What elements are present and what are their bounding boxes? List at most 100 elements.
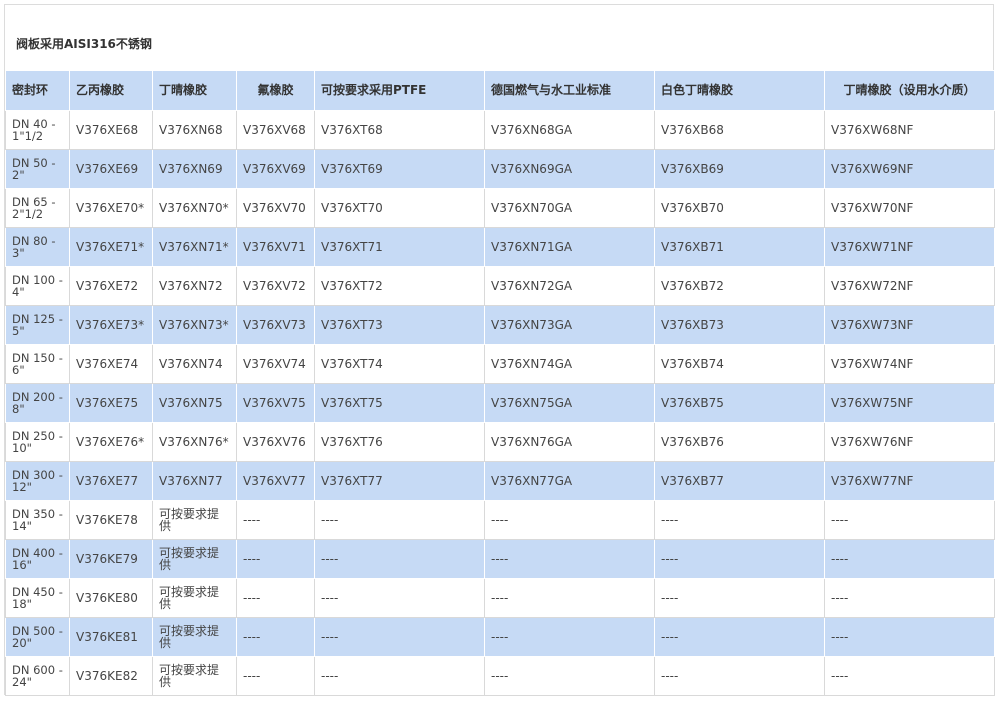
model-cell: V376XB70 [654,188,825,228]
model-cell: ---- [236,617,315,657]
model-cell: V376XN70* [152,188,237,228]
model-cell: V376XT68 [314,110,485,150]
size-cell: DN 450 - 18" [5,578,70,618]
table-body: DN 40 - 1"1/2 V376XE68 V376XN68 V376XV68 V37… [5,110,995,696]
size-cell: DN 125 - 5" [5,305,70,345]
column-header: 可按要求采用PTFE [314,70,485,111]
model-cell: V376XB69 [654,149,825,189]
model-cell: ---- [484,578,655,618]
model-cell: V376XE77 [69,461,153,501]
model-cell: V376XE68 [69,110,153,150]
size-cell: DN 50 - 2" [5,149,70,189]
model-cell: ---- [236,578,315,618]
model-cell: V376XN77GA [484,461,655,501]
model-cell: V376XT75 [314,383,485,423]
model-cell: ---- [484,539,655,579]
table-header-row: 密封环 乙丙橡胶 丁晴橡胶 氟橡胶 可按要求采用PTFE 德国燃气与水工业标准 … [5,70,995,111]
column-header: 德国燃气与水工业标准 [484,70,655,111]
model-cell: V376XN72 [152,266,237,306]
model-cell: V376XV75 [236,383,315,423]
model-cell: 可按要求提供 [152,617,237,657]
model-cell: ---- [314,656,485,696]
model-cell: V376XN68 [152,110,237,150]
valve-product-table: 密封环 乙丙橡胶 丁晴橡胶 氟橡胶 可按要求采用PTFE 德国燃气与水工业标准 … [5,70,995,696]
model-cell: V376XB75 [654,383,825,423]
model-cell: 可按要求提供 [152,656,237,696]
model-cell: ---- [484,500,655,540]
model-cell: ---- [824,617,995,657]
table-row: DN 50 - 2" V376XE69 V376XN69 V376XV69 V376XT… [5,149,995,189]
model-cell: V376XW77NF [824,461,995,501]
size-cell: DN 150 - 6" [5,344,70,384]
model-cell: V376XW73NF [824,305,995,345]
model-cell: V376XW72NF [824,266,995,306]
model-cell: ---- [484,617,655,657]
model-cell: V376XT76 [314,422,485,462]
model-cell: ---- [314,500,485,540]
column-header: 丁晴橡胶（设用水介质） [824,70,995,111]
table-caption: 阀板采用AISI316不锈钢 [16,37,152,51]
model-cell: V376XN69 [152,149,237,189]
model-cell: V376XW75NF [824,383,995,423]
model-cell: ---- [654,539,825,579]
table-row: DN 125 - 5" V376XE73* V376XN73* V376XV73 V37… [5,305,995,345]
model-cell: V376KE78 [69,500,153,540]
model-cell: ---- [314,617,485,657]
model-cell: ---- [314,578,485,618]
model-cell: V376XV70 [236,188,315,228]
model-cell: V376XB74 [654,344,825,384]
model-cell: V376XW68NF [824,110,995,150]
model-cell: V376XE73* [69,305,153,345]
model-cell: V376XB73 [654,305,825,345]
model-cell: V376KE82 [69,656,153,696]
model-cell: ---- [236,500,315,540]
table-row: DN 500 - 20" V376KE81 可按要求提供 ---- ---- ---- --… [5,617,995,657]
model-cell: V376KE80 [69,578,153,618]
model-cell: V376XV73 [236,305,315,345]
model-cell: V376XT70 [314,188,485,228]
model-cell: ---- [654,500,825,540]
table-row: DN 450 - 18" V376KE80 可按要求提供 ---- ---- ---- --… [5,578,995,618]
table-row: DN 350 - 14" V376KE78 可按要求提供 ---- ---- ---- --… [5,500,995,540]
model-cell: 可按要求提供 [152,578,237,618]
size-cell: DN 300 - 12" [5,461,70,501]
model-cell: ---- [654,578,825,618]
table-row: DN 65 - 2"1/2 V376XE70* V376XN70* V376XV70 V… [5,188,995,228]
model-cell: V376XN73GA [484,305,655,345]
table-row: DN 600 - 24" V376KE82 可按要求提供 ---- ---- ---- --… [5,656,995,696]
size-cell: DN 600 - 24" [5,656,70,696]
table-row: DN 200 - 8" V376XE75 V376XN75 V376XV75 V376X… [5,383,995,423]
model-cell: V376KE81 [69,617,153,657]
model-cell: V376XE76* [69,422,153,462]
model-cell: V376XN73* [152,305,237,345]
model-cell: V376XW76NF [824,422,995,462]
model-cell: V376XV68 [236,110,315,150]
model-cell: V376XW71NF [824,227,995,267]
table-row: DN 250 - 10" V376XE76* V376XN76* V376XV76 V3… [5,422,995,462]
size-cell: DN 40 - 1"1/2 [5,110,70,150]
model-cell: V376XV69 [236,149,315,189]
model-cell: ---- [236,656,315,696]
size-cell: DN 350 - 14" [5,500,70,540]
size-cell: DN 400 - 16" [5,539,70,579]
model-cell: V376XN68GA [484,110,655,150]
column-header: 氟橡胶 [236,70,315,111]
table-row: DN 100 - 4" V376XE72 V376XN72 V376XV72 V376X… [5,266,995,306]
model-cell: V376XE69 [69,149,153,189]
model-cell: ---- [236,539,315,579]
column-header: 丁晴橡胶 [152,70,237,111]
model-cell: V376XN72GA [484,266,655,306]
column-header: 白色丁晴橡胶 [654,70,825,111]
model-cell: V376XN71GA [484,227,655,267]
model-cell: V376XE72 [69,266,153,306]
model-cell: V376XE70* [69,188,153,228]
model-cell: V376XT77 [314,461,485,501]
column-header: 乙丙橡胶 [69,70,153,111]
model-cell: V376XW70NF [824,188,995,228]
model-cell: V376XN77 [152,461,237,501]
model-cell: V376XV72 [236,266,315,306]
model-cell: ---- [314,539,485,579]
model-cell: V376XB76 [654,422,825,462]
model-cell: V376XV77 [236,461,315,501]
model-cell: V376XT71 [314,227,485,267]
